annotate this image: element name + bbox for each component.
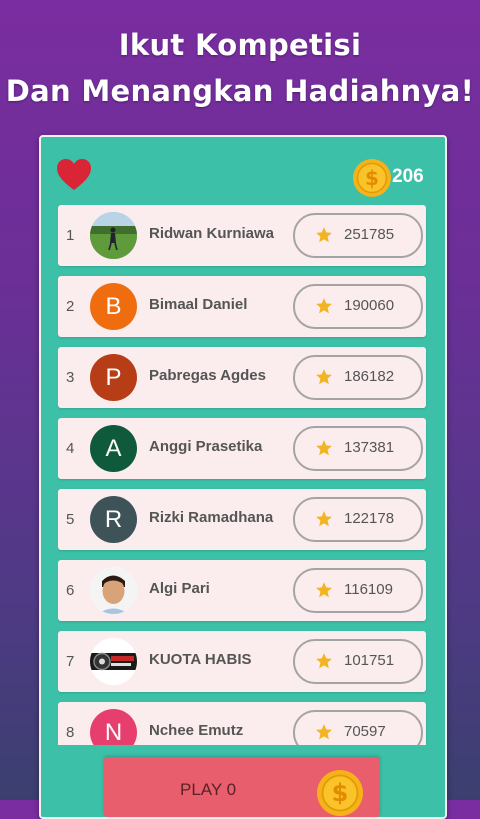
- score-value: 137381: [344, 439, 395, 456]
- rank-number: 6: [66, 582, 75, 599]
- headline-line-2: Dan Menangkan Hadiahnya!: [5, 74, 475, 108]
- avatar: P: [90, 354, 137, 401]
- play-button[interactable]: PLAY 0 $: [104, 757, 380, 817]
- list-item[interactable]: 7 KUOTA HABIS 101751: [58, 631, 426, 692]
- avatar: N: [90, 709, 137, 745]
- player-name: KUOTA HABIS: [149, 651, 252, 668]
- dollar-coin-icon: $: [317, 770, 363, 816]
- player-name: Anggi Prasetika: [149, 438, 263, 455]
- score-badge: 137381: [293, 426, 423, 471]
- score-badge: 251785: [293, 213, 423, 258]
- rank-number: 5: [66, 511, 75, 528]
- star-icon: [316, 724, 332, 740]
- score-value: 116109: [344, 581, 393, 598]
- score-value: 122178: [344, 510, 395, 527]
- coin-balance: 206: [392, 166, 424, 187]
- svg-text:$: $: [365, 166, 379, 190]
- star-icon: [316, 653, 332, 669]
- score-value: 186182: [344, 368, 395, 385]
- star-icon: [316, 369, 332, 385]
- score-value: 190060: [344, 297, 395, 314]
- player-name: Bimaal Daniel: [149, 296, 248, 313]
- avatar: [90, 212, 137, 259]
- avatar: R: [90, 496, 137, 543]
- rank-number: 7: [66, 653, 75, 670]
- player-name: Pabregas Agdes: [149, 367, 266, 384]
- dollar-coin-icon: $: [353, 159, 391, 197]
- player-name: Ridwan Kurniawa: [149, 225, 275, 242]
- avatar: A: [90, 425, 137, 472]
- score-badge: 190060: [293, 284, 423, 329]
- list-item[interactable]: 8 N Nchee Emutz 70597: [58, 702, 426, 745]
- list-item[interactable]: 2 B Bimaal Daniel 190060: [58, 276, 426, 337]
- list-item[interactable]: 1 Ridwan Kurniawa 251785: [58, 205, 426, 266]
- player-name: Nchee Emutz: [149, 722, 244, 739]
- avatar: [90, 638, 137, 685]
- score-badge: 116109: [293, 568, 423, 613]
- star-icon: [316, 582, 332, 598]
- player-name: Rizki Ramadhana: [149, 509, 274, 526]
- star-icon: [316, 298, 332, 314]
- avatar: [90, 567, 137, 614]
- rank-number: 4: [66, 440, 75, 457]
- list-item[interactable]: 6 Algi Pari 116109: [58, 560, 426, 621]
- rank-number: 3: [66, 369, 75, 386]
- list-item[interactable]: 3 P Pabregas Agdes 186182: [58, 347, 426, 408]
- score-badge: 101751: [293, 639, 423, 684]
- player-name: Algi Pari: [149, 580, 210, 597]
- score-value: 101751: [344, 652, 395, 669]
- leaderboard-list[interactable]: 1 Ridwan Kurniawa 251785 2 B Bimaal Dani…: [58, 205, 428, 745]
- svg-text:$: $: [332, 779, 349, 807]
- headline-line-1: Ikut Kompetisi: [118, 28, 362, 62]
- play-button-label: PLAY 0: [180, 780, 237, 799]
- rank-number: 2: [66, 298, 75, 315]
- score-badge: 186182: [293, 355, 423, 400]
- star-icon: [316, 511, 332, 527]
- list-item[interactable]: 4 A Anggi Prasetika 137381: [58, 418, 426, 479]
- score-value: 251785: [344, 226, 395, 243]
- score-badge: 70597: [293, 710, 423, 745]
- star-icon: [316, 227, 332, 243]
- score-badge: 122178: [293, 497, 423, 542]
- avatar: B: [90, 283, 137, 330]
- score-value: 70597: [344, 723, 386, 740]
- heart-icon[interactable]: [56, 158, 92, 192]
- rank-number: 1: [66, 227, 75, 244]
- rank-number: 8: [66, 724, 75, 741]
- star-icon: [316, 440, 332, 456]
- list-item[interactable]: 5 R Rizki Ramadhana 122178: [58, 489, 426, 550]
